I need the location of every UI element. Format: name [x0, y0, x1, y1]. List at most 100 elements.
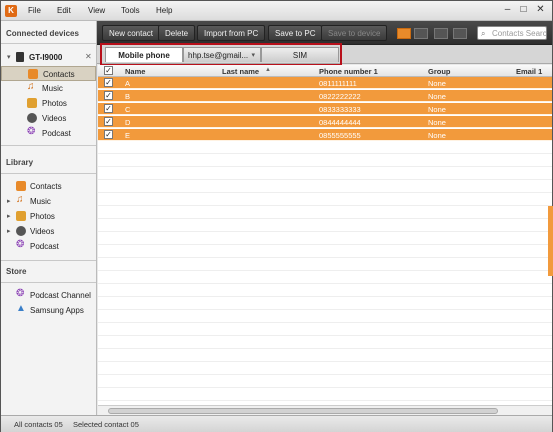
horizontal-scrollbar[interactable] [98, 405, 552, 415]
videos-icon [27, 113, 37, 123]
menu-tools[interactable]: Tools [121, 6, 140, 15]
apps-icon: ▲ [16, 303, 26, 314]
list-view-icon[interactable] [397, 28, 411, 39]
contacts-icon [16, 181, 26, 191]
sidebar-item-library-contacts[interactable]: Contacts [1, 179, 96, 194]
sidebar-item-library-videos[interactable]: ▸ Videos [1, 224, 96, 239]
table-row[interactable]: ✓ E 0855555555 None [98, 129, 552, 141]
menu-help[interactable]: Help [156, 6, 172, 15]
videos-icon [16, 226, 26, 236]
sidebar-item-device-contacts[interactable]: Contacts [1, 66, 96, 81]
sort-ascending-icon: ▲ [265, 67, 271, 73]
split-view-icon[interactable] [453, 28, 467, 39]
chevron-right-icon[interactable]: ▸ [7, 227, 11, 235]
photos-icon [27, 98, 37, 108]
new-contact-button[interactable]: New contact [102, 25, 161, 41]
cell-name: B [125, 92, 131, 101]
cell-phone: 0811111111 [319, 79, 357, 88]
chevron-right-icon[interactable]: ▸ [7, 212, 11, 220]
sidebar-item-device-photos[interactable]: Photos [1, 96, 96, 111]
save-to-pc-button[interactable]: Save to PC [268, 25, 323, 41]
cell-phone: 0822222222 [319, 92, 361, 101]
cell-name: A [125, 79, 131, 88]
card-view-icon[interactable] [414, 28, 428, 39]
sidebar-item-label: Music [42, 84, 63, 93]
column-header-name[interactable]: Name [125, 67, 145, 76]
table-row[interactable]: ✓ C 0833333333 None [98, 103, 552, 115]
sidebar-item-label: Podcast Channel [30, 291, 91, 300]
menu-file[interactable]: File [28, 6, 41, 15]
cell-name: C [125, 105, 131, 114]
disconnect-icon[interactable]: ✕ [85, 52, 92, 61]
empty-row [98, 233, 552, 245]
empty-row [98, 220, 552, 232]
minimize-icon[interactable]: – [501, 4, 514, 16]
search-placeholder: Contacts Search [492, 29, 546, 38]
column-header-email[interactable]: Email 1 [516, 67, 542, 76]
podcast-icon: ❂ [27, 126, 36, 137]
search-icon: ⌕ [481, 29, 486, 38]
select-all-checkbox[interactable]: ✓ [104, 66, 113, 75]
sidebar-item-library-podcast[interactable]: ❂ Podcast [1, 239, 96, 254]
chevron-right-icon[interactable]: ▸ [7, 197, 11, 205]
device-row[interactable]: ▾ GT-I9000 ✕ [1, 49, 96, 65]
column-header-phone[interactable]: Phone number 1 [319, 67, 378, 76]
sidebar-item-samsung-apps[interactable]: ▲ Samsung Apps [1, 303, 96, 318]
contacts-icon [28, 69, 38, 79]
table-row[interactable]: ✓ A 0811111111 None [98, 77, 552, 89]
empty-row [98, 311, 552, 323]
menu-view[interactable]: View [88, 6, 105, 15]
store-title: Store [6, 267, 27, 276]
column-header-last-name[interactable]: Last name [222, 67, 259, 76]
table-row[interactable]: ✓ B 0822222222 None [98, 90, 552, 102]
row-checkbox[interactable]: ✓ [104, 91, 113, 100]
photos-icon [16, 211, 26, 221]
empty-row [98, 207, 552, 219]
empty-row [98, 155, 552, 167]
sidebar-item-label: Music [30, 197, 51, 206]
sidebar-item-device-music[interactable]: ♫ Music [1, 81, 96, 96]
import-from-pc-button[interactable]: Import from PC [197, 25, 266, 41]
sidebar-divider [1, 173, 96, 174]
sidebar-divider [1, 282, 96, 283]
row-checkbox[interactable]: ✓ [104, 117, 113, 126]
empty-row [98, 298, 552, 310]
detail-view-icon[interactable] [434, 28, 448, 39]
selected-contacts-count: Selected contact 05 [73, 420, 139, 429]
music-icon: ♫ [16, 194, 24, 205]
sidebar-item-podcast-channel[interactable]: ❂ Podcast Channel [1, 288, 96, 303]
search-input[interactable]: ⌕ Contacts Search [477, 26, 547, 40]
contacts-table: ✓ Name Last name ▲ Phone number 1 Group … [98, 65, 552, 405]
sidebar-item-device-videos[interactable]: Videos [1, 111, 96, 126]
sidebar-item-library-music[interactable]: ▸ ♫ Music [1, 194, 96, 209]
cell-group: None [428, 92, 446, 101]
chevron-down-icon[interactable]: ▾ [7, 53, 11, 61]
row-checkbox[interactable]: ✓ [104, 130, 113, 139]
table-row[interactable]: ✓ D 0844444444 None [98, 116, 552, 128]
menu-edit[interactable]: Edit [57, 6, 71, 15]
sidebar-divider [1, 43, 96, 44]
sidebar-item-device-podcast[interactable]: ❂ Podcast [1, 126, 96, 141]
highlight-box [100, 43, 342, 66]
cell-phone: 0833333333 [319, 105, 361, 114]
sidebar-divider [1, 260, 96, 261]
row-checkbox[interactable]: ✓ [104, 78, 113, 87]
column-header-group[interactable]: Group [428, 67, 451, 76]
sidebar-item-label: Samsung Apps [30, 306, 84, 315]
sidebar: Connected devices ▾ GT-I9000 ✕ Contacts … [1, 21, 97, 415]
sidebar-item-label: Videos [30, 227, 55, 236]
scrollbar-thumb[interactable] [108, 408, 498, 414]
close-icon[interactable]: ✕ [534, 4, 547, 16]
sidebar-item-library-photos[interactable]: ▸ Photos [1, 209, 96, 224]
row-checkbox[interactable]: ✓ [104, 104, 113, 113]
empty-row [98, 272, 552, 284]
maximize-icon[interactable]: □ [517, 4, 530, 16]
side-panel-handle[interactable] [548, 206, 553, 276]
app-logo-icon: K [5, 5, 17, 17]
save-to-device-button[interactable]: Save to device [321, 25, 388, 41]
empty-row [98, 142, 552, 154]
device-name: GT-I9000 [29, 53, 63, 62]
sidebar-divider [1, 145, 96, 146]
empty-row [98, 376, 552, 388]
delete-button[interactable]: Delete [158, 25, 196, 41]
